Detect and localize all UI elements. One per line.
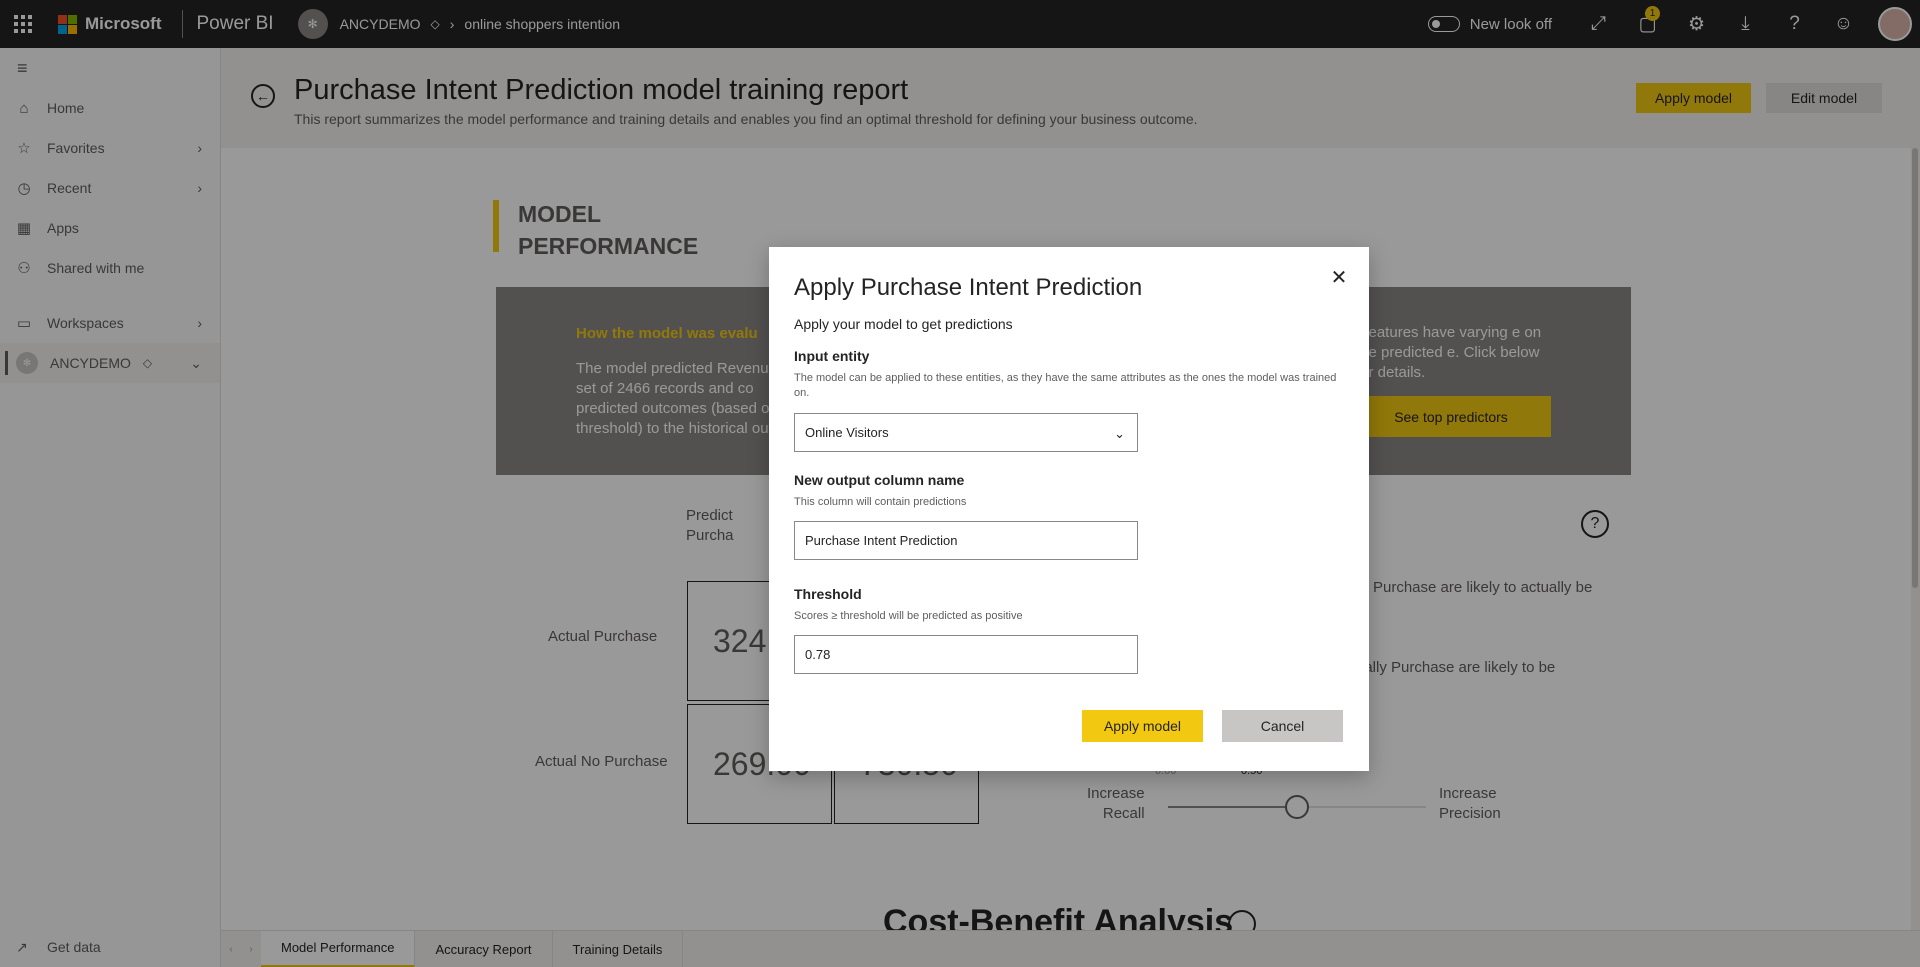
dialog-subtitle: Apply your model to get predictions bbox=[794, 316, 1013, 332]
chevron-down-icon: ⌄ bbox=[1114, 426, 1125, 441]
close-icon[interactable]: ✕ bbox=[1329, 267, 1349, 289]
output-column-help: This column will contain predictions bbox=[794, 496, 967, 508]
output-column-label: New output column name bbox=[794, 472, 965, 488]
apply-model-dialog: ✕ Apply Purchase Intent Prediction Apply… bbox=[769, 247, 1369, 771]
output-column-input[interactable]: Purchase Intent Prediction bbox=[794, 521, 1138, 560]
input-entity-dropdown[interactable]: Online Visitors ⌄ bbox=[794, 413, 1138, 452]
threshold-label: Threshold bbox=[794, 586, 862, 602]
input-entity-label: Input entity bbox=[794, 348, 870, 364]
threshold-input[interactable]: 0.78 bbox=[794, 635, 1138, 674]
input-entity-help: The model can be applied to these entiti… bbox=[794, 372, 1337, 399]
cancel-button[interactable]: Cancel bbox=[1222, 710, 1343, 742]
threshold-help: Scores ≥ threshold will be predicted as … bbox=[794, 610, 1023, 622]
apply-model-confirm-button[interactable]: Apply model bbox=[1082, 710, 1203, 742]
dialog-title: Apply Purchase Intent Prediction bbox=[794, 274, 1143, 301]
input-entity-value: Online Visitors bbox=[805, 425, 889, 440]
